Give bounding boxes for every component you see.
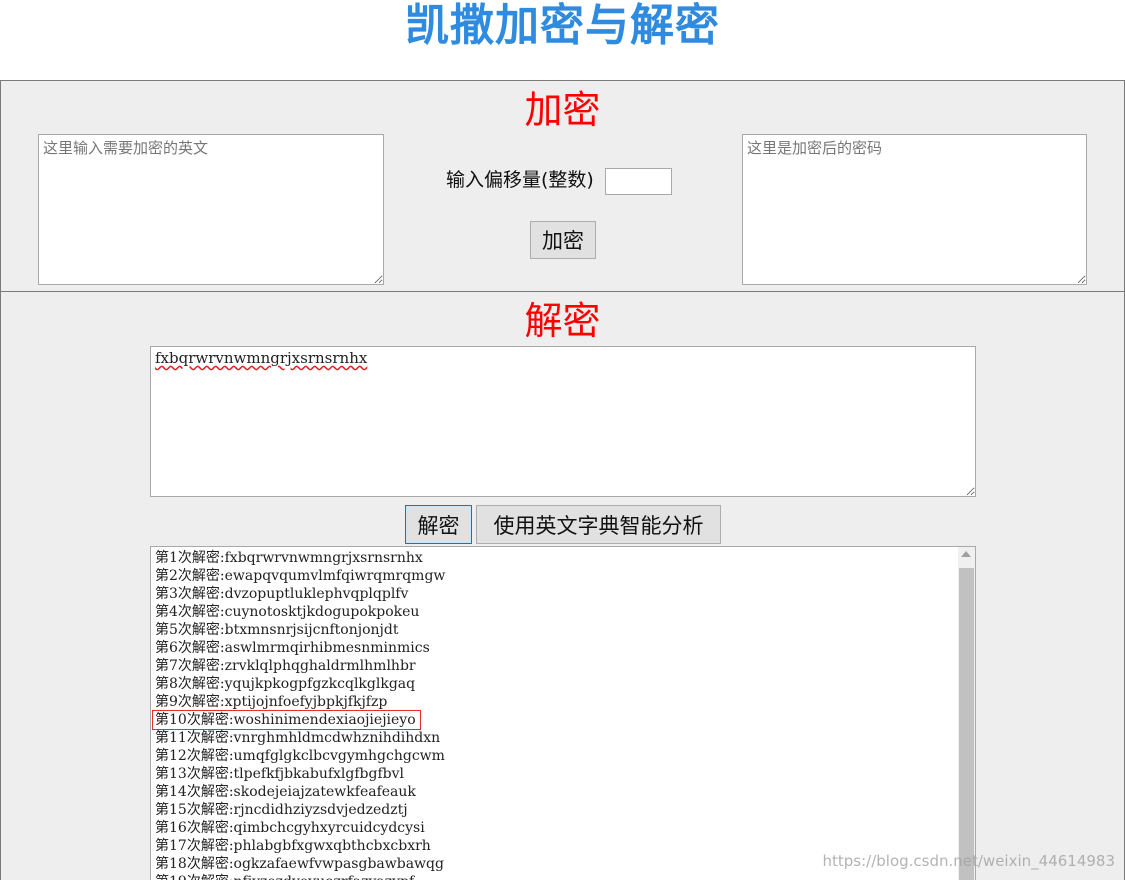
page-title: 凯撒加密与解密 [405,0,720,51]
dictionary-analyze-button[interactable]: 使用英文字典智能分析 [476,505,721,544]
decrypt-result-item: 第6次解密:aswlmrmqirhibmesnminmics [155,640,430,656]
offset-input[interactable] [605,168,672,195]
decrypt-result-item: 第4次解密:cuynotosktjkdogupokpokeu [155,604,420,620]
scroll-thumb[interactable] [959,568,974,880]
ciphertext-input[interactable]: fxbqrwrvnwmngrjxsrnsrnhx [150,346,976,497]
decrypt-result-item: 第17次解密:phlabgbfxgwxqbthcbxcbxrh [155,838,431,854]
decrypt-result-item: 第15次解密:rjncdidhziyzsdvjedzedztj [155,802,408,818]
decrypt-button[interactable]: 解密 [405,505,472,544]
watermark: https://blog.csdn.net/weixin_44614983 [822,852,1115,870]
encrypt-heading: 加密 [524,88,601,132]
decrypt-result-item: 第1次解密:fxbqrwrvnwmngrjxsrnsrnhx [155,550,423,566]
ciphertext-output[interactable] [742,134,1087,285]
scroll-up-arrow-icon[interactable] [961,551,971,557]
decrypt-results-box[interactable]: 第1次解密:fxbqrwrvnwmngrjxsrnsrnhx 第2次解密:ewap… [150,546,976,880]
plaintext-input[interactable] [38,134,384,285]
decrypt-result-item: 第13次解密:tlpefkfjbkabufxlgfbgfbvl [155,766,404,782]
decrypt-result-item: 第12次解密:umqfglgkclbcvgymhgchgcwm [155,748,445,764]
decrypt-result-item: 第11次解密:vnrghmhldmcdwhznihdihdxn [155,730,441,746]
encrypt-section: 加密 输入偏移量(整数) 加密 [0,80,1125,292]
decrypt-result-item: 第14次解密:skodejeiajzatewkfeafeauk [155,784,416,800]
encrypt-button[interactable]: 加密 [530,221,596,259]
decrypt-results-list: 第1次解密:fxbqrwrvnwmngrjxsrnsrnhx 第2次解密:ewap… [152,549,446,880]
decrypt-result-item: 第18次解密:ogkzafaewfvwpasgbawbawqg [155,856,444,872]
decrypt-result-item: 第3次解密:dvzopuptluklephvqplqplfv [155,586,409,602]
results-scrollbar[interactable] [958,547,975,880]
decrypt-result-item: 第7次解密:zrvklqlphqghaldrmlhmlhbr [155,658,416,674]
decrypt-result-item: 第2次解密:ewapqvqumvlmfqiwrqmrqmgw [155,568,446,584]
decrypt-result-item: 第10次解密:woshinimendexiaojiejieyo [152,710,421,730]
decrypt-result-item: 第8次解密:yqujkpkogpfgzkcqlkglkgaq [155,676,416,692]
decrypt-section: 解密 fxbqrwrvnwmngrjxsrnsrnhx 解密 使用英文字典智能分… [0,291,1125,880]
decrypt-heading: 解密 [524,299,601,343]
decrypt-result-item: 第16次解密:qimbchcgyhxyrcuidcydcysi [155,820,425,836]
offset-label: 输入偏移量(整数) [446,169,594,191]
decrypt-result-item: 第5次解密:btxmnsnrjsijcnftonjonjdt [155,622,399,638]
decrypt-result-item: 第19次解密:nfjyzezdvevuozrfazvazvpf [155,873,445,880]
decrypt-result-item: 第9次解密:xptijojnfoefyjbpkjfkjfzp [155,694,388,710]
